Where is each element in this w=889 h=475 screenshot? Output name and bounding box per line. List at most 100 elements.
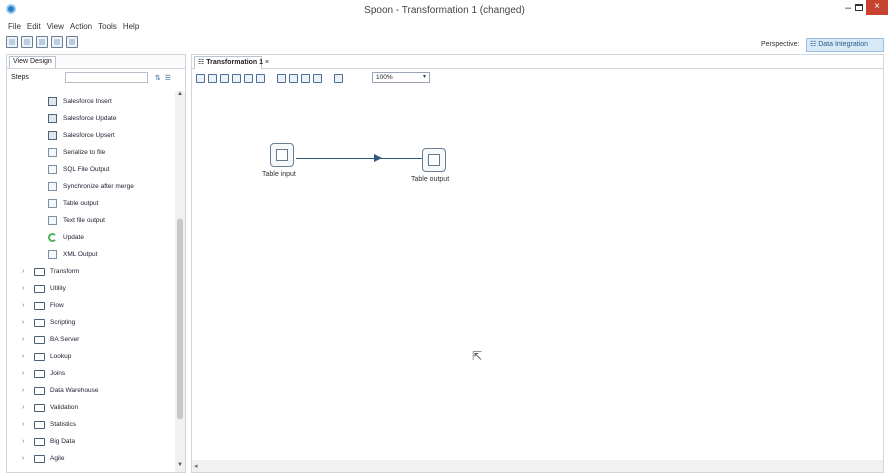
tab-transformation-1[interactable]: ☷ Transformation 1 × — [194, 56, 269, 69]
chevron-right-icon[interactable]: › — [22, 268, 24, 275]
scroll-thumb[interactable] — [177, 219, 183, 419]
replay-icon[interactable] — [256, 73, 265, 83]
hop-line[interactable] — [296, 158, 422, 159]
tree-folder-joins[interactable]: › Joins — [7, 367, 175, 383]
chevron-right-icon[interactable]: › — [22, 387, 24, 394]
menu-file[interactable]: File — [8, 22, 21, 34]
folder-icon — [34, 421, 45, 429]
menu-edit[interactable]: Edit — [27, 22, 41, 34]
chevron-right-icon[interactable]: › — [22, 336, 24, 343]
tree-folder-agile[interactable]: › Agile — [7, 452, 175, 468]
tab-close-icon[interactable]: × — [265, 59, 269, 66]
tree-folder-data-warehouse[interactable]: › Data Warehouse — [7, 384, 175, 400]
window-title: Spoon - Transformation 1 (changed) — [364, 5, 525, 16]
steps-vertical-scrollbar[interactable]: ▲ ▼ — [175, 91, 185, 472]
new-file-icon[interactable] — [6, 36, 18, 48]
folder-label: Utility — [50, 285, 66, 292]
chevron-right-icon[interactable]: › — [22, 319, 24, 326]
chevron-right-icon[interactable]: › — [22, 455, 24, 462]
minimize-button[interactable]: – — [842, 2, 854, 16]
chevron-right-icon[interactable]: › — [22, 370, 24, 377]
scroll-up-icon[interactable]: ▲ — [175, 91, 185, 101]
tree-leaf-item[interactable]: Table output — [7, 197, 175, 213]
chevron-right-icon[interactable]: › — [22, 404, 24, 411]
tree-leaf-item[interactable]: XML Output — [7, 248, 175, 264]
save-as-icon[interactable] — [66, 36, 78, 48]
folder-icon — [34, 336, 45, 344]
folder-icon — [34, 455, 45, 463]
perspective-value: Data Integration — [818, 41, 869, 48]
sync-icon — [48, 182, 57, 191]
document-tabs: ☷ Transformation 1 × — [192, 55, 883, 69]
chevron-right-icon[interactable]: › — [22, 438, 24, 445]
steps-label: Steps — [11, 74, 29, 81]
debug-icon[interactable] — [244, 73, 253, 83]
menu-view[interactable]: View — [47, 22, 64, 34]
tree-folder-scripting[interactable]: › Scripting — [7, 316, 175, 332]
stop-icon[interactable] — [220, 73, 229, 83]
transformation-canvas[interactable]: Table input Table output ⇱ — [192, 87, 883, 460]
tree-folder-validation[interactable]: › Validation — [7, 401, 175, 417]
save-icon[interactable] — [51, 36, 63, 48]
tab-label: Transformation 1 — [206, 59, 264, 66]
chevron-right-icon[interactable]: › — [22, 353, 24, 360]
table-input-icon — [276, 149, 288, 161]
maximize-button[interactable] — [855, 4, 863, 11]
open-file-icon[interactable] — [21, 36, 33, 48]
menu-tools[interactable]: Tools — [98, 22, 117, 34]
scroll-left-icon[interactable]: ◂ — [194, 462, 198, 470]
tree-leaf-item[interactable]: Salesforce Insert — [7, 95, 175, 111]
tree-folder-flow[interactable]: › Flow — [7, 299, 175, 315]
tree-leaf-item[interactable]: Text file output — [7, 214, 175, 230]
canvas-horizontal-scrollbar[interactable]: ◂ — [192, 460, 883, 472]
tree-leaf-item[interactable]: Synchronize after merge — [7, 180, 175, 196]
run-icon[interactable] — [196, 73, 205, 83]
steps-search-input[interactable] — [65, 72, 148, 83]
step-table-output[interactable] — [422, 148, 446, 172]
menu-action[interactable]: Action — [70, 22, 92, 34]
preview-icon[interactable] — [232, 73, 241, 83]
zoom-select[interactable]: 100% ▾ — [372, 72, 430, 83]
tree-leaf-item[interactable]: Update — [7, 231, 175, 247]
xml-icon — [48, 250, 57, 259]
tree-leaf-item[interactable]: Salesforce Update — [7, 112, 175, 128]
folder-icon — [34, 302, 45, 310]
chevron-right-icon[interactable]: › — [22, 285, 24, 292]
tree-folder-ba-server[interactable]: › BA Server — [7, 333, 175, 349]
verify-icon[interactable] — [277, 73, 286, 83]
tree-folder-big-data[interactable]: › Big Data — [7, 435, 175, 451]
folder-label: Big Data — [50, 438, 75, 445]
steps-tree: Salesforce Insert Salesforce Update Sale… — [7, 91, 175, 472]
leaf-label: Update — [63, 234, 84, 241]
impact-icon[interactable] — [289, 73, 298, 83]
menu-help[interactable]: Help — [123, 22, 139, 34]
tree-folder-utility[interactable]: › Utility — [7, 282, 175, 298]
tree-leaf-item[interactable]: SQL File Output — [7, 163, 175, 179]
explore-db-icon[interactable] — [313, 73, 322, 83]
tree-leaf-item[interactable]: Salesforce Upsert — [7, 129, 175, 145]
tree-folder-transform[interactable]: › Transform — [7, 265, 175, 281]
tree-folder-lookup[interactable]: › Lookup — [7, 350, 175, 366]
pause-icon[interactable] — [208, 73, 217, 83]
tab-view-design[interactable]: View Design — [9, 56, 56, 68]
tree-leaf-item[interactable]: Serialize to file — [7, 146, 175, 162]
scroll-down-icon[interactable]: ▼ — [175, 462, 185, 472]
mouse-cursor-icon: ⇱ — [472, 349, 483, 363]
steps-search-row: Steps ⇅ ☰ — [7, 71, 185, 85]
transformation-editor: ☷ Transformation 1 × 100% ▾ Table input … — [191, 54, 884, 473]
leaf-label: Salesforce Insert — [63, 98, 112, 105]
chevron-down-icon: ▾ — [422, 74, 426, 80]
tree-folder-statistics[interactable]: › Statistics — [7, 418, 175, 434]
perspective-data-integration-button[interactable]: ☷ Data Integration — [806, 38, 884, 52]
zoom-value: 100% — [376, 74, 393, 81]
steps-panel: View Design Steps ⇅ ☰ Salesforce Insert … — [6, 54, 186, 473]
close-button[interactable]: × — [866, 0, 888, 15]
show-results-icon[interactable] — [334, 73, 343, 83]
chevron-right-icon[interactable]: › — [22, 302, 24, 309]
table-output-icon — [428, 154, 440, 166]
step-table-input[interactable] — [270, 143, 294, 167]
explore-repository-icon[interactable] — [36, 36, 48, 48]
chevron-right-icon[interactable]: › — [22, 421, 24, 428]
collapse-expand-icons[interactable]: ⇅ ☰ — [155, 74, 172, 82]
sql-icon[interactable] — [301, 73, 310, 83]
